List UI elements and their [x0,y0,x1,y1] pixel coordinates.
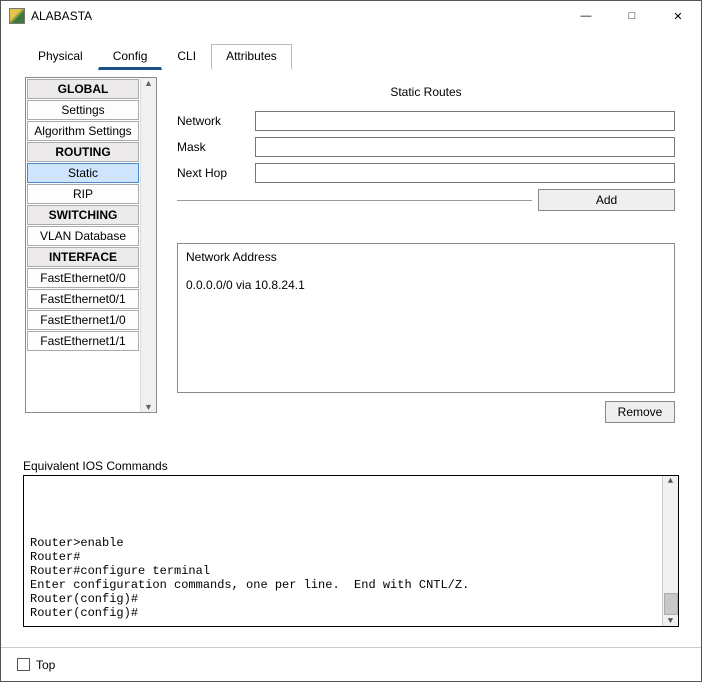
label-mask: Mask [177,140,255,154]
sidebar-item-rip[interactable]: RIP [27,184,139,204]
footer-bar: Top [1,647,701,681]
config-sidebar: GLOBAL Settings Algorithm Settings ROUTI… [25,77,157,413]
tab-cli[interactable]: CLI [162,44,211,70]
ios-output: Router>enable Router# Router#configure t… [23,475,679,627]
app-icon [9,8,25,24]
tab-attributes[interactable]: Attributes [211,44,292,70]
ios-scrollbar[interactable]: ▲ ▼ [662,476,678,626]
divider [177,200,532,201]
label-network: Network [177,114,255,128]
sidebar-item-vlan-database[interactable]: VLAN Database [27,226,139,246]
routes-header: Network Address [186,250,666,264]
tab-bar: Physical Config CLI Attributes [1,31,701,69]
sidebar-item-fe00[interactable]: FastEthernet0/0 [27,268,139,288]
sidebar-header-global: GLOBAL [27,79,139,99]
label-nexthop: Next Hop [177,166,255,180]
top-label: Top [36,658,55,672]
titlebar: ALABASTA — □ ✕ [1,1,701,31]
scroll-down-icon[interactable]: ▼ [144,402,153,412]
sidebar-header-interface: INTERFACE [27,247,139,267]
minimize-button[interactable]: — [563,1,609,31]
window-controls: — □ ✕ [563,1,701,31]
maximize-button[interactable]: □ [609,1,655,31]
ios-text[interactable]: Router>enable Router# Router#configure t… [24,476,662,626]
scroll-up-icon[interactable]: ▲ [668,476,673,486]
add-button[interactable]: Add [538,189,675,211]
scroll-down-icon[interactable]: ▼ [668,616,673,626]
close-button[interactable]: ✕ [655,1,701,31]
sidebar-item-fe01[interactable]: FastEthernet0/1 [27,289,139,309]
route-entry[interactable]: 0.0.0.0/0 via 10.8.24.1 [186,278,666,292]
tab-config[interactable]: Config [98,44,163,70]
sidebar-item-fe10[interactable]: FastEthernet1/0 [27,310,139,330]
window-title: ALABASTA [31,9,563,23]
panel-title: Static Routes [177,77,675,111]
input-mask[interactable] [255,137,675,157]
sidebar-header-switching: SWITCHING [27,205,139,225]
routes-list[interactable]: Network Address 0.0.0.0/0 via 10.8.24.1 [177,243,675,393]
sidebar-item-static[interactable]: Static [27,163,139,183]
scroll-up-icon[interactable]: ▲ [144,78,153,88]
sidebar-header-routing: ROUTING [27,142,139,162]
input-network[interactable] [255,111,675,131]
sidebar-item-settings[interactable]: Settings [27,100,139,120]
top-checkbox[interactable] [17,658,30,671]
ios-label: Equivalent IOS Commands [23,459,679,473]
static-routes-panel: Static Routes Network Mask Next Hop Add … [165,77,687,439]
sidebar-scrollbar[interactable]: ▲ ▼ [140,78,156,412]
scroll-thumb[interactable] [664,593,678,615]
sidebar-item-fe11[interactable]: FastEthernet1/1 [27,331,139,351]
sidebar-item-algorithm-settings[interactable]: Algorithm Settings [27,121,139,141]
remove-button[interactable]: Remove [605,401,675,423]
tab-physical[interactable]: Physical [23,44,98,70]
input-nexthop[interactable] [255,163,675,183]
